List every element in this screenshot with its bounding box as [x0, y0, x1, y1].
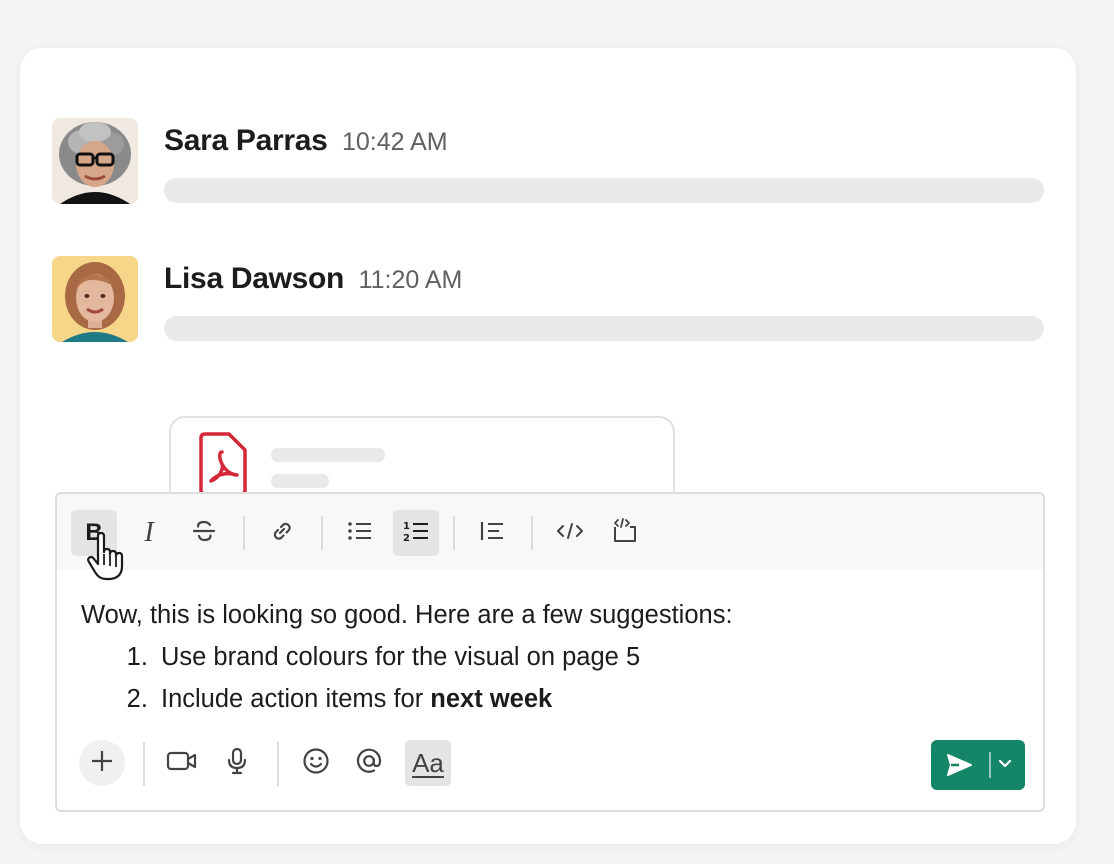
mention-icon	[355, 747, 383, 780]
numbered-list-icon: 12	[402, 518, 430, 549]
bulleted-list-icon	[346, 519, 374, 548]
editor-intro-text: Wow, this is looking so good. Here are a…	[81, 601, 733, 629]
code-icon	[555, 519, 585, 548]
composer-actions: Aa	[57, 730, 1043, 800]
chevron-down-icon[interactable]	[997, 756, 1013, 777]
toolbar-divider	[321, 516, 323, 550]
message-text-placeholder	[164, 316, 1044, 341]
file-name-placeholder	[271, 448, 385, 462]
send-divider	[989, 752, 991, 778]
toolbar-divider	[143, 742, 145, 786]
sender-name[interactable]: Lisa Dawson	[164, 262, 344, 295]
avatar-lisa-dawson[interactable]	[52, 256, 138, 342]
code-block-icon	[610, 517, 640, 550]
text-format-icon: Aa	[412, 747, 444, 778]
toolbar-divider	[453, 516, 455, 550]
code-button[interactable]	[547, 510, 593, 556]
list-item: Include action items for next week	[155, 678, 1011, 720]
add-button[interactable]	[79, 740, 125, 786]
emoji-button[interactable]	[293, 740, 339, 786]
italic-button[interactable]: I	[126, 510, 172, 556]
numbered-list: Use brand colours for the visual on page…	[81, 636, 1011, 720]
send-icon	[945, 752, 973, 783]
strikethrough-button[interactable]	[181, 510, 227, 556]
plus-icon	[90, 749, 114, 778]
file-meta-placeholder	[271, 474, 329, 488]
sender-name[interactable]: Sara Parras	[164, 124, 328, 157]
message-timestamp[interactable]: 10:42 AM	[342, 128, 448, 156]
message-header: Lisa Dawson 11:20 AM	[164, 262, 462, 296]
message-text-placeholder	[164, 178, 1044, 203]
bulleted-list-button[interactable]	[337, 510, 383, 556]
strikethrough-icon	[191, 518, 217, 549]
message-header: Sara Parras 10:42 AM	[164, 124, 448, 158]
blockquote-button[interactable]	[469, 510, 515, 556]
message-thread-card: Sara Parras 10:42 AM Lisa Dawson 11:20 A…	[20, 48, 1076, 844]
bold-text: next week	[430, 685, 553, 713]
formatting-toggle-button[interactable]: Aa	[405, 740, 451, 786]
numbered-list-button[interactable]: 12	[393, 510, 439, 556]
toolbar-divider	[243, 516, 245, 550]
send-button[interactable]	[931, 740, 1025, 790]
toolbar-divider	[277, 742, 279, 786]
emoji-icon	[302, 747, 330, 780]
toolbar-divider	[531, 516, 533, 550]
blockquote-icon	[478, 519, 506, 548]
link-icon	[269, 518, 295, 549]
code-block-button[interactable]	[602, 510, 648, 556]
message-composer: B I 1 2 Wow, this is looking so good. He…	[55, 492, 1045, 812]
pdf-file-icon	[197, 432, 249, 501]
message-editor[interactable]: Wow, this is looking so good. Here are a…	[81, 594, 1011, 720]
svg-text:1: 1	[403, 521, 410, 532]
microphone-icon	[225, 747, 249, 780]
italic-icon: I	[144, 517, 154, 548]
mention-button[interactable]	[346, 740, 392, 786]
video-icon	[166, 749, 198, 778]
avatar-sara-parras[interactable]	[52, 118, 138, 204]
hand-cursor-icon	[86, 531, 126, 587]
message-timestamp[interactable]: 11:20 AM	[359, 266, 463, 294]
formatting-toolbar: B I 1 2	[57, 494, 1043, 570]
video-button[interactable]	[159, 740, 205, 786]
microphone-button[interactable]	[214, 740, 260, 786]
link-button[interactable]	[259, 510, 305, 556]
list-item: Use brand colours for the visual on page…	[155, 636, 1011, 678]
svg-text:2: 2	[403, 533, 410, 544]
